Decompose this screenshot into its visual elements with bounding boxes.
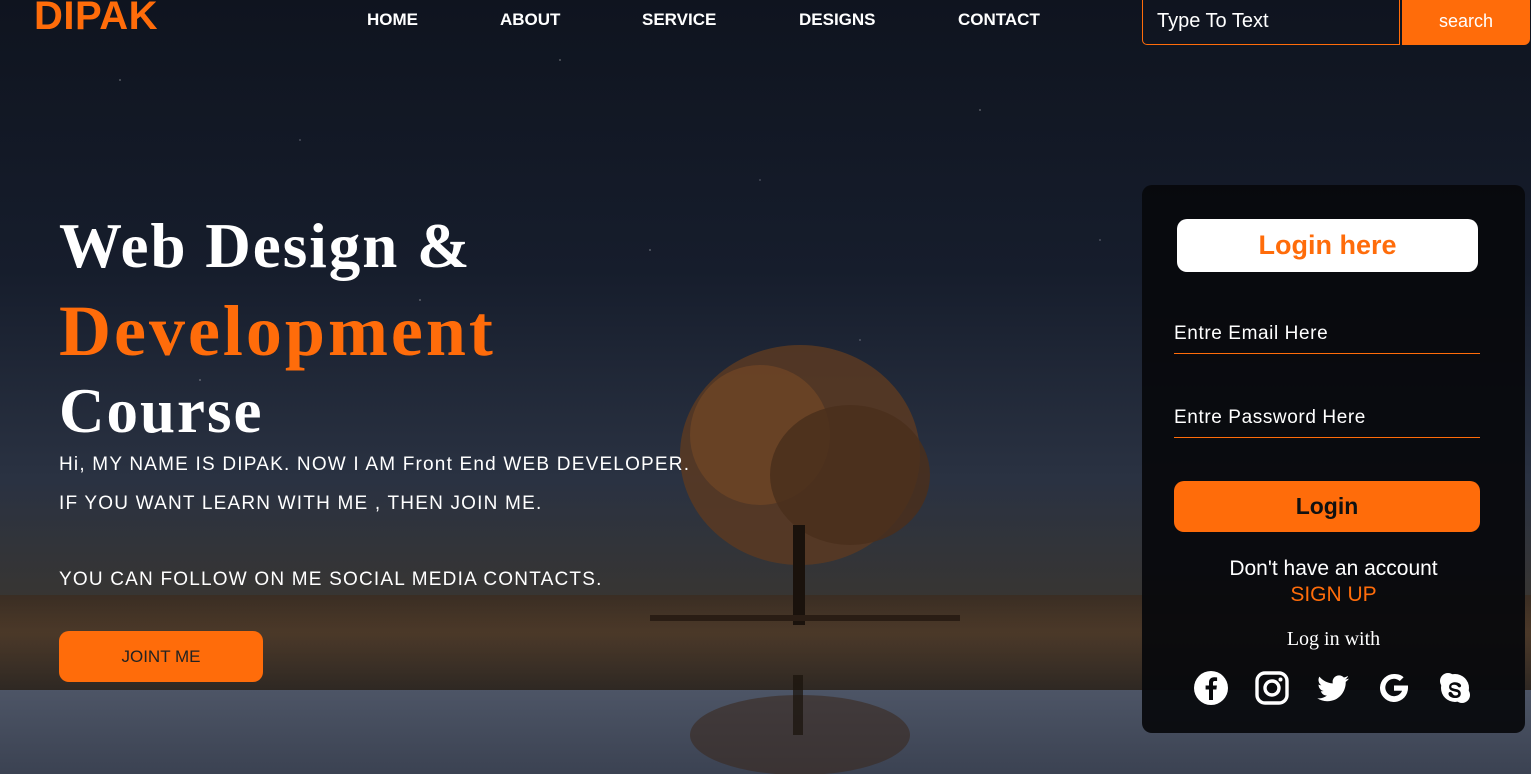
login-card: Login here Login Don't have an account S…: [1142, 185, 1525, 733]
nav-item-about[interactable]: ABOUT: [500, 10, 560, 30]
hero-title-line3: Course: [59, 376, 264, 446]
search-input[interactable]: [1142, 0, 1400, 45]
hero-paragraph-follow: YOU CAN FOLLOW ON ME SOCIAL MEDIA CONTAC…: [59, 569, 603, 590]
hero-title-line1: Web Design &: [59, 211, 472, 281]
twitter-icon[interactable]: [1315, 670, 1351, 706]
nav-item-contact[interactable]: CONTACT: [958, 10, 1040, 30]
login-with-text: Log in with: [1286, 628, 1381, 650]
password-field[interactable]: [1174, 398, 1480, 438]
facebook-icon[interactable]: [1193, 670, 1229, 706]
hero-paragraph-join: IF YOU WANT LEARN WITH ME , THEN JOIN ME…: [59, 493, 543, 514]
site-logo[interactable]: DIPAK: [34, 0, 158, 39]
skype-icon[interactable]: [1437, 670, 1473, 706]
nav-item-home[interactable]: HOME: [367, 10, 418, 30]
login-card-title: Login here: [1177, 219, 1478, 272]
join-me-button[interactable]: JOINT ME: [59, 631, 263, 682]
google-icon[interactable]: [1376, 670, 1412, 706]
login-button[interactable]: Login: [1174, 481, 1480, 532]
hero-paragraph-intro: Hi, MY NAME IS DIPAK. NOW I AM Front End…: [59, 454, 691, 475]
nav-item-designs[interactable]: DESIGNS: [799, 10, 876, 30]
email-field[interactable]: [1174, 314, 1480, 354]
signup-link[interactable]: SIGN UP: [1142, 583, 1525, 607]
search-button[interactable]: search: [1402, 0, 1530, 45]
hero-title-line2: Development: [59, 291, 496, 371]
nav-item-service[interactable]: SERVICE: [642, 10, 716, 30]
instagram-icon[interactable]: [1254, 670, 1290, 706]
no-account-text: Don't have an account: [1229, 557, 1438, 580]
tree-illustration: [650, 345, 960, 774]
